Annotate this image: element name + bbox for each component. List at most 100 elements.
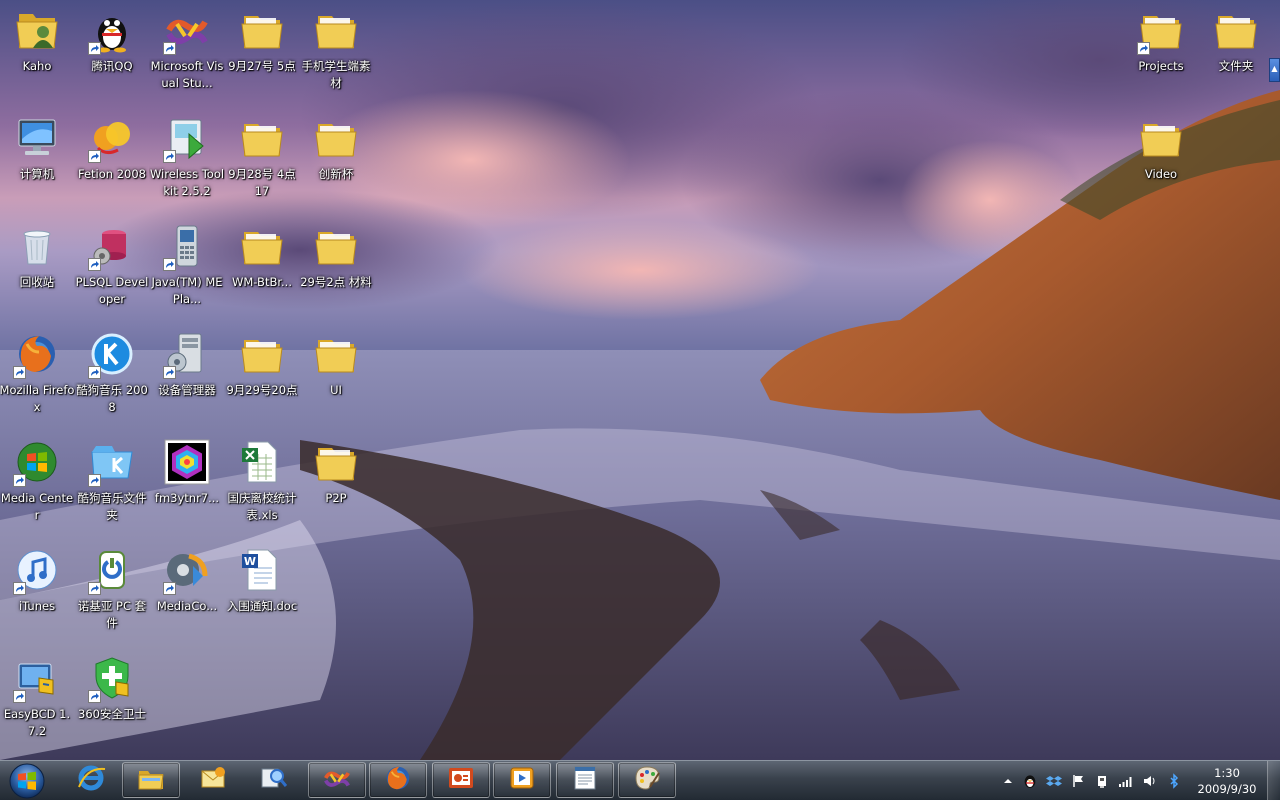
desktop-icon[interactable]: 计算机 [0, 108, 74, 208]
windows-explorer-icon [136, 763, 166, 797]
volume-icon[interactable] [1142, 773, 1158, 789]
excel-file-icon [238, 438, 286, 486]
shortcut-arrow-icon [88, 42, 101, 55]
desktop-icon[interactable]: 9月29号20点 [225, 324, 299, 424]
folder-icon [238, 114, 286, 162]
desktop-icon[interactable]: W 入围通知.doc [225, 540, 299, 640]
desktop-icon-label: Java(TM) ME Pla... [151, 275, 223, 306]
shortcut-arrow-icon [88, 258, 101, 271]
shortcut-arrow-icon [88, 474, 101, 487]
search-tool-icon [258, 763, 288, 797]
desktop-icon[interactable]: 创新杯 [299, 108, 373, 208]
taskbar-button[interactable] [432, 762, 490, 798]
kugou-folder-icon [88, 438, 136, 487]
folder-icon [1137, 6, 1185, 55]
desktop-icon[interactable]: 手机学生端素材 [299, 0, 373, 100]
desktop-icon[interactable]: 腾讯QQ [75, 0, 149, 100]
desktop-icon[interactable]: Mozilla Firefox [0, 324, 74, 424]
desktop-icon[interactable]: 29号2点 材料 [299, 216, 373, 316]
desktop-icon[interactable]: 酷狗音乐 2008 [75, 324, 149, 424]
desktop-icon[interactable]: Kaho [0, 0, 74, 100]
shortcut-arrow-icon [163, 150, 176, 163]
desktop-icon[interactable]: 文件夹 [1199, 0, 1273, 100]
taskbar-button[interactable] [62, 762, 120, 798]
desktop-icon-label: 酷狗音乐 2008 [76, 383, 148, 414]
desktop-icon-label: UI [330, 383, 342, 397]
desktop-icon[interactable]: MediaCo... [150, 540, 224, 640]
desktop-icon[interactable]: Projects [1124, 0, 1198, 100]
desktop-icon-label: 设备管理器 [158, 383, 216, 397]
desktop-icon-label: WM-BtBr... [232, 275, 292, 289]
outlook-mail-icon [198, 763, 228, 797]
desktop-icon[interactable]: Video [1124, 108, 1198, 208]
show-hidden-icons-icon[interactable] [1000, 773, 1016, 789]
action-center-flag-icon[interactable] [1070, 773, 1086, 789]
shortcut-arrow-icon [88, 690, 101, 703]
media-player-icon [507, 763, 537, 797]
internet-explorer-icon [76, 763, 106, 797]
taskbar-button[interactable] [556, 762, 614, 798]
folder-icon [312, 330, 360, 378]
taskbar: 1:30 2009/9/30 [0, 760, 1280, 801]
word-file-icon: W [238, 546, 286, 594]
edge-scroll-tab[interactable]: ▲ [1269, 58, 1280, 82]
desktop-icon-label: 文件夹 [1218, 59, 1254, 73]
shortcut-arrow-icon [13, 690, 26, 703]
folder-icon [1137, 114, 1185, 162]
desktop-icon-label: 酷狗音乐文件夹 [77, 491, 147, 522]
taskbar-button[interactable] [618, 762, 676, 798]
desktop-icon[interactable]: 国庆离校统计表.xls [225, 432, 299, 532]
desktop-icon[interactable]: Java(TM) ME Pla... [150, 216, 224, 316]
desktop-icon[interactable]: 9月27号 5点 [225, 0, 299, 100]
desktop-icon[interactable]: Media Center [0, 432, 74, 532]
fetion-icon [88, 114, 136, 163]
bluetooth-icon[interactable] [1166, 773, 1182, 789]
computer-icon [13, 114, 61, 162]
show-desktop-button[interactable] [1267, 761, 1280, 801]
desktop-icon-label: EasyBCD 1.7.2 [3, 707, 71, 738]
signal-bars-icon[interactable] [1118, 773, 1134, 789]
taskbar-button[interactable] [244, 762, 302, 798]
360-safe-icon [88, 654, 136, 703]
document-window-icon [570, 763, 600, 797]
clock-date: 2009/9/30 [1197, 782, 1257, 796]
clock[interactable]: 1:30 2009/9/30 [1192, 765, 1262, 797]
visual-studio-icon [163, 6, 211, 55]
desktop-icon-label: PLSQL Developer [75, 275, 149, 306]
taskbar-button[interactable] [122, 762, 180, 798]
usb-device-icon[interactable] [1094, 773, 1110, 789]
desktop-icon[interactable]: PLSQL Developer [75, 216, 149, 316]
desktop-icon[interactable]: 9月28号 4点 17 [225, 108, 299, 208]
taskbar-button[interactable] [369, 762, 427, 798]
desktop-icon[interactable]: 诺基亚 PC 套件 [75, 540, 149, 640]
taskbar-button[interactable] [493, 762, 551, 798]
desktop-icon[interactable]: EasyBCD 1.7.2 [0, 648, 74, 748]
desktop-icon[interactable]: 回收站 [0, 216, 74, 316]
desktop-icon[interactable]: Fetion 2008 [75, 108, 149, 208]
plsql-developer-icon [88, 222, 136, 271]
taskbar-button[interactable] [184, 762, 242, 798]
shortcut-arrow-icon [88, 366, 101, 379]
desktop-icon[interactable]: Microsoft Visual Stu... [150, 0, 224, 100]
desktop-icon-label: P2P [325, 491, 347, 505]
desktop-icon[interactable]: P2P [299, 432, 373, 532]
desktop-icon-label: fm3ytnr7... [154, 491, 220, 505]
desktop-icon[interactable]: 酷狗音乐文件夹 [75, 432, 149, 532]
desktop-icon-label: 回收站 [19, 275, 55, 289]
desktop-icon[interactable]: UI [299, 324, 373, 424]
qq-penguin-icon[interactable] [1022, 773, 1038, 789]
desktop-icon[interactable]: fm3ytnr7... [150, 432, 224, 532]
desktop-icon[interactable]: 设备管理器 [150, 324, 224, 424]
desktop-icon[interactable]: Wireless Toolkit 2.5.2 [150, 108, 224, 208]
desktop-icon-label: Mozilla Firefox [0, 383, 75, 414]
qq-penguin-icon [88, 6, 136, 55]
folder-icon [312, 438, 360, 486]
desktop-icon[interactable]: 360安全卫士 [75, 648, 149, 748]
desktop-icon[interactable]: WM-BtBr... [225, 216, 299, 316]
desktop-icon-label: Video [1144, 167, 1178, 181]
taskbar-button[interactable] [308, 762, 366, 798]
dropbox-icon[interactable] [1046, 773, 1062, 789]
desktop-icon[interactable]: iTunes [0, 540, 74, 640]
shortcut-arrow-icon [13, 474, 26, 487]
start-button[interactable] [4, 761, 50, 801]
